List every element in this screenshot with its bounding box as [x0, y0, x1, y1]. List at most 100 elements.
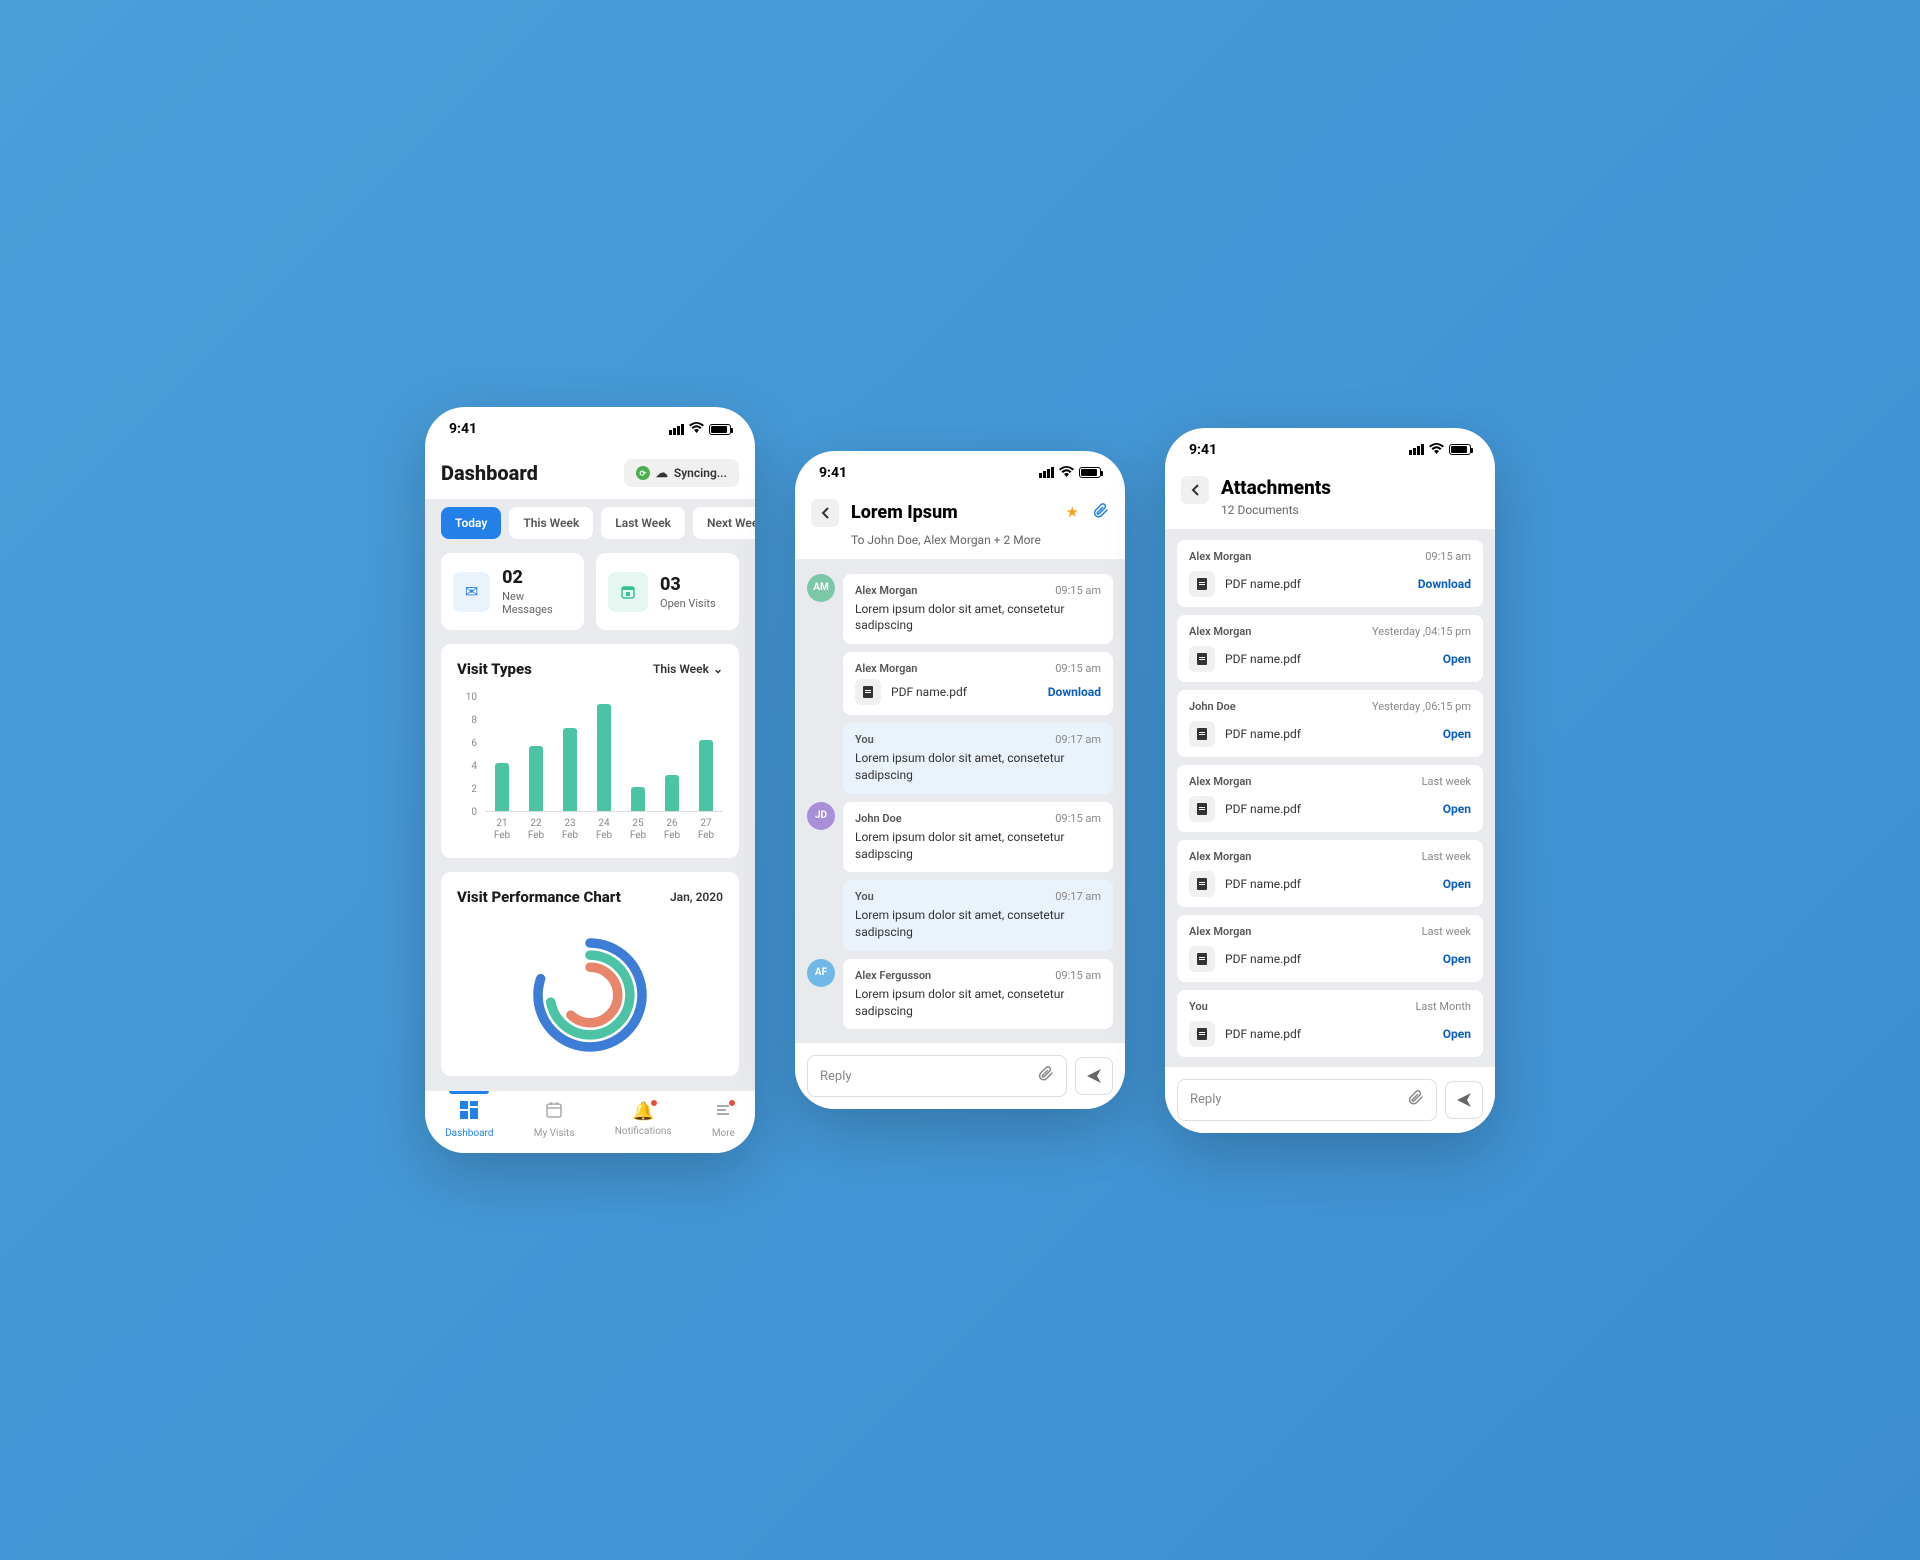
message-text: Lorem ipsum dolor sit amet, consetetur s… — [855, 829, 1101, 863]
tab-next-week[interactable]: Next Week — [693, 507, 755, 539]
attachment-action-button[interactable]: Open — [1443, 877, 1471, 891]
message-time: 09:15 am — [1055, 812, 1101, 825]
attachment-action-button[interactable]: Open — [1443, 652, 1471, 666]
signal-icon — [669, 424, 684, 435]
pdf-icon — [1189, 1021, 1215, 1047]
back-button[interactable] — [1181, 476, 1209, 504]
nav-notifications[interactable]: 🔔 Notifications — [615, 1101, 672, 1139]
tab-this-week[interactable]: This Week — [509, 507, 593, 539]
attachment-action-button[interactable]: Download — [1418, 577, 1471, 591]
attachment-filename: PDF name.pdf — [1225, 1027, 1433, 1041]
nav-dashboard[interactable]: Dashboard — [445, 1101, 493, 1139]
message-group: JD John Doe 09:15 am Lorem ipsum dolor sit … — [807, 802, 1113, 873]
message-text: Lorem ipsum dolor sit amet, consetetur s… — [855, 750, 1101, 784]
dashboard-header: Dashboard ⟳ ☁ Syncing... — [425, 447, 755, 499]
attachment-action-button[interactable]: Open — [1443, 802, 1471, 816]
star-icon[interactable]: ★ — [1066, 503, 1079, 523]
avatar: JD — [807, 802, 835, 830]
message-sender: Alex Morgan — [855, 584, 917, 597]
battery-icon — [1079, 467, 1101, 478]
attachment-sender: Alex Morgan — [1189, 925, 1251, 938]
card-title: Visit Performance Chart — [457, 888, 621, 906]
x-label: 22Feb — [528, 818, 544, 842]
reply-bar: Reply — [1165, 1067, 1495, 1133]
pdf-icon — [855, 679, 881, 705]
attachment-filename: PDF name.pdf — [1225, 877, 1433, 891]
download-button[interactable]: Download — [1048, 685, 1101, 699]
attachment-filename: PDF name.pdf — [1225, 727, 1433, 741]
nav-more[interactable]: More — [712, 1101, 735, 1139]
send-button[interactable] — [1445, 1081, 1483, 1119]
status-icons — [1039, 465, 1101, 481]
attachment-time: Last week — [1422, 850, 1471, 863]
message-other: Alex Fergusson09:15 amLorem ipsum dolor … — [843, 959, 1113, 1030]
attachment-sender: Alex Morgan — [1189, 775, 1251, 788]
message-thread-screen: 9:41 Lorem Ipsum ★ To John Doe, Alex Mor… — [795, 451, 1125, 1110]
time-range-tabs: Today This Week Last Week Next Week — [425, 499, 755, 553]
page-title: Dashboard — [441, 461, 538, 485]
stat-new-messages[interactable]: ✉ 02 New Messages — [441, 553, 584, 630]
status-icons — [1409, 442, 1471, 458]
attachment-action-button[interactable]: Open — [1443, 727, 1471, 741]
wifi-icon — [1059, 465, 1074, 481]
message-header: Lorem Ipsum ★ To John Doe, Alex Morgan +… — [795, 491, 1125, 560]
dashboard-screen: 9:41 Dashboard ⟳ ☁ Syncing... Today This… — [425, 407, 755, 1153]
message-sender: You — [855, 733, 874, 746]
message-sender: John Doe — [855, 812, 902, 825]
attachment-filename: PDF name.pdf — [1225, 577, 1408, 591]
stat-num: 02 — [502, 567, 572, 588]
pdf-icon — [1189, 646, 1215, 672]
bottom-nav: Dashboard My Visits 🔔 Notifications More — [425, 1090, 755, 1153]
attachment-sender: Alex Morgan — [1189, 625, 1251, 638]
message-text: Lorem ipsum dolor sit amet, consetetur s… — [855, 907, 1101, 941]
x-label: 26Feb — [664, 818, 680, 842]
donut-chart — [457, 920, 723, 1060]
send-button[interactable] — [1075, 1057, 1113, 1095]
notification-dot — [728, 1099, 736, 1107]
chevron-left-icon — [1191, 484, 1199, 496]
attachment-action-button[interactable]: Open — [1443, 952, 1471, 966]
message-time: 09:17 am — [1055, 733, 1101, 746]
status-time: 9:41 — [819, 465, 847, 481]
sync-status-icon: ⟳ — [636, 466, 650, 480]
x-label: 25Feb — [630, 818, 646, 842]
stats-row: ✉ 02 New Messages 03 Open Visits — [425, 553, 755, 644]
attachment-time: Last week — [1422, 775, 1471, 788]
bar — [699, 740, 713, 811]
status-icons — [669, 421, 731, 437]
message-text: Lorem ipsum dolor sit amet, consetetur s… — [855, 986, 1101, 1020]
attachment-time: Yesterday ,04:15 pm — [1372, 625, 1471, 638]
donut-ring — [562, 967, 617, 1022]
status-time: 9:41 — [1189, 442, 1217, 458]
attachment-card: Alex MorganYesterday ,04:15 pmPDF name.p… — [1177, 615, 1483, 682]
bar-chart: 1086420 21Feb22Feb23Feb24Feb25Feb26Feb27… — [457, 692, 723, 842]
reply-input[interactable]: Reply — [1177, 1079, 1437, 1121]
attachment-filename: PDF name.pdf — [1225, 952, 1433, 966]
back-button[interactable] — [811, 499, 839, 527]
reply-bar: Reply — [795, 1043, 1125, 1109]
stat-open-visits[interactable]: 03 Open Visits — [596, 553, 739, 630]
bar — [495, 763, 509, 811]
pdf-icon — [1189, 796, 1215, 822]
message-sender: You — [855, 890, 874, 903]
message-time: 09:15 am — [1055, 662, 1101, 675]
messages-list[interactable]: AMAlex Morgan09:15 amLorem ipsum dolor s… — [795, 560, 1125, 1044]
visit-types-card: Visit Types This Week ⌄ 1086420 21Feb22F… — [441, 644, 739, 858]
nav-my-visits[interactable]: My Visits — [534, 1101, 575, 1139]
bell-icon: 🔔 — [632, 1101, 654, 1122]
attachments-list[interactable]: Alex Morgan09:15 amPDF name.pdfDownloadA… — [1165, 530, 1495, 1067]
message-time: 09:15 am — [1055, 584, 1101, 597]
attachment-card: Alex MorganLast weekPDF name.pdfOpen — [1177, 765, 1483, 832]
attach-icon[interactable] — [1038, 1066, 1054, 1086]
chart-range-dropdown[interactable]: This Week ⌄ — [653, 662, 723, 676]
attach-icon[interactable] — [1408, 1090, 1424, 1110]
sync-badge[interactable]: ⟳ ☁ Syncing... — [624, 459, 739, 487]
bar — [631, 787, 645, 811]
attachment-filename: PDF name.pdf — [891, 685, 1038, 699]
tab-last-week[interactable]: Last Week — [601, 507, 685, 539]
reply-input[interactable]: Reply — [807, 1055, 1067, 1097]
tab-today[interactable]: Today — [441, 507, 501, 539]
x-label: 24Feb — [596, 818, 612, 842]
attachment-action-button[interactable]: Open — [1443, 1027, 1471, 1041]
attachment-icon[interactable] — [1093, 503, 1109, 523]
